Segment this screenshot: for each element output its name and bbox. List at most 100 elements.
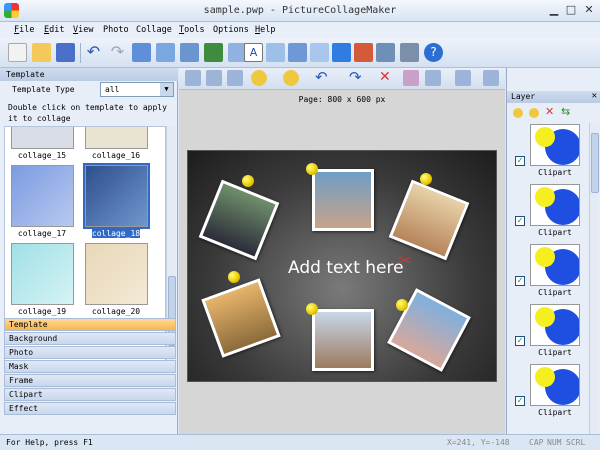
pin-icon xyxy=(242,175,254,187)
template-thumb[interactable] xyxy=(11,127,74,149)
category-effect[interactable]: Effect xyxy=(4,402,176,415)
canvas-area: ↶ ↷ ✕ Page: 800 x 600 px Add text here ✂ xyxy=(179,68,505,434)
add-photo-icon[interactable] xyxy=(132,43,151,62)
layer-visible-checkbox[interactable]: ✓ xyxy=(515,336,525,346)
template-thumb[interactable] xyxy=(11,165,74,227)
collage-canvas[interactable]: Add text here ✂ xyxy=(187,150,497,382)
photo-frame[interactable] xyxy=(201,278,281,358)
menu-bar: File Edit View Photo Collage Tools Optio… xyxy=(0,22,600,38)
template-label[interactable]: collage_15 xyxy=(7,151,77,160)
category-background[interactable]: Background xyxy=(4,332,176,345)
menu-edit[interactable]: Edit xyxy=(44,25,64,35)
layer-visible-checkbox[interactable]: ✓ xyxy=(515,276,525,286)
clipart-thumbnail xyxy=(530,364,580,406)
template-label-selected[interactable]: collage_18 xyxy=(81,229,151,238)
photo-edit-icon[interactable] xyxy=(403,70,419,86)
calendar-icon[interactable] xyxy=(266,43,285,62)
template-thumb[interactable] xyxy=(85,243,148,305)
photo-frame[interactable] xyxy=(198,179,280,261)
minimize-button[interactable]: ▁ xyxy=(546,3,562,18)
caps-indicator: CAP xyxy=(529,438,544,447)
pin-icon xyxy=(420,173,432,185)
category-photo[interactable]: Photo xyxy=(4,346,176,359)
photo-frame[interactable] xyxy=(312,309,374,371)
layer-header: Layer ✕ xyxy=(507,91,600,103)
export-icon[interactable] xyxy=(354,43,373,62)
template-label[interactable]: collage_20 xyxy=(81,307,151,316)
menu-help[interactable]: Help xyxy=(255,25,275,35)
grid-icon[interactable] xyxy=(288,43,307,62)
chevron-down-icon[interactable]: ▼ xyxy=(160,83,173,96)
zoom-icon[interactable] xyxy=(206,70,222,86)
scrollbar-thumb[interactable] xyxy=(591,133,599,193)
background-icon[interactable] xyxy=(180,43,199,62)
category-template[interactable]: Template xyxy=(4,318,176,331)
rotate-left-icon[interactable]: ↶ xyxy=(315,68,331,86)
layer-scrollbar[interactable] xyxy=(589,123,599,434)
share-icon[interactable] xyxy=(332,43,351,62)
distribute-icon[interactable] xyxy=(483,70,499,86)
menu-collage[interactable]: Collage xyxy=(136,25,172,35)
photo-frame[interactable] xyxy=(312,169,374,231)
bring-forward-icon[interactable] xyxy=(251,70,267,86)
send-backward-icon[interactable] xyxy=(283,70,299,86)
undo-icon[interactable]: ↶ xyxy=(84,43,103,62)
template-thumb[interactable] xyxy=(85,127,148,149)
menu-options[interactable]: Options xyxy=(213,25,249,35)
template-thumb-selected[interactable] xyxy=(83,163,150,229)
layer-panel: Layer ✕ ✕ ⇆ ✓ Clipart ✓ Clipart ✓ Clipar… xyxy=(506,68,600,434)
category-clipart[interactable]: Clipart xyxy=(4,388,176,401)
layer-item[interactable]: ✓ Clipart xyxy=(515,364,587,424)
save-icon[interactable] xyxy=(56,43,75,62)
text-placeholder[interactable]: Add text here xyxy=(288,258,404,278)
refresh-icon[interactable]: ⇆ xyxy=(561,105,570,118)
layer-visible-checkbox[interactable]: ✓ xyxy=(515,216,525,226)
wallpaper-icon[interactable] xyxy=(400,43,419,62)
close-button[interactable]: ✕ xyxy=(581,3,597,18)
photo-frame[interactable] xyxy=(388,179,470,261)
layer-item[interactable]: ✓ Clipart xyxy=(515,124,587,184)
layer-item[interactable]: ✓ Clipart xyxy=(515,184,587,244)
print-preview-icon[interactable] xyxy=(310,43,329,62)
help-icon[interactable]: ? xyxy=(424,43,443,62)
main-toolbar: ↶ ↷ A ? xyxy=(0,38,600,68)
template-thumb[interactable] xyxy=(11,243,74,305)
delete-layer-icon[interactable]: ✕ xyxy=(545,105,554,118)
fit-icon[interactable] xyxy=(425,70,441,86)
pin-icon xyxy=(396,299,408,311)
add-photos-icon[interactable] xyxy=(156,43,175,62)
redo-icon[interactable]: ↷ xyxy=(108,43,127,62)
layer-item[interactable]: ✓ Clipart xyxy=(515,244,587,304)
category-frame[interactable]: Frame xyxy=(4,374,176,387)
align-icon[interactable] xyxy=(455,70,471,86)
move-down-icon[interactable] xyxy=(529,108,539,118)
template-type-select[interactable]: all ▼ xyxy=(100,82,174,97)
image-icon[interactable] xyxy=(204,43,223,62)
maximize-button[interactable]: □ xyxy=(563,3,579,18)
delete-icon[interactable]: ✕ xyxy=(379,69,395,85)
template-panel: Template Template Type all ▼ Double clic… xyxy=(0,68,178,434)
crop-icon[interactable] xyxy=(185,70,201,86)
status-bar: For Help, press F1 X=241, Y=-148 CAP NUM… xyxy=(0,434,600,450)
menu-tools[interactable]: Tools xyxy=(179,25,205,35)
cut-icon[interactable] xyxy=(227,70,243,86)
text-icon[interactable]: A xyxy=(244,43,263,62)
email-icon[interactable] xyxy=(376,43,395,62)
template-label[interactable]: collage_19 xyxy=(7,307,77,316)
menu-file[interactable]: File xyxy=(14,25,34,35)
new-file-icon[interactable] xyxy=(8,43,27,62)
open-folder-icon[interactable] xyxy=(32,43,51,62)
layer-visible-checkbox[interactable]: ✓ xyxy=(515,396,525,406)
menu-photo[interactable]: Photo xyxy=(103,25,129,35)
layer-visible-checkbox[interactable]: ✓ xyxy=(515,156,525,166)
rotate-right-icon[interactable]: ↷ xyxy=(349,68,365,86)
category-mask[interactable]: Mask xyxy=(4,360,176,373)
close-icon[interactable]: ✕ xyxy=(592,91,597,101)
move-up-icon[interactable] xyxy=(513,108,523,118)
layer-toolbar: ✕ ⇆ xyxy=(507,105,600,121)
layer-item[interactable]: ✓ Clipart xyxy=(515,304,587,364)
template-label[interactable]: collage_16 xyxy=(81,151,151,160)
template-label[interactable]: collage_17 xyxy=(7,229,77,238)
clipart-thumbnail xyxy=(530,244,580,286)
menu-view[interactable]: View xyxy=(73,25,93,35)
